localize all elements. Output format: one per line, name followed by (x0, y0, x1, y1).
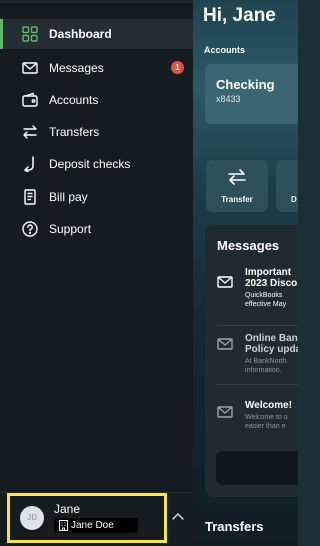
account-number: x8433 (216, 94, 241, 104)
deposit-action-label: D (291, 195, 297, 204)
message-preview: Welcome to o (245, 414, 288, 421)
chevron-up-icon[interactable] (172, 512, 184, 520)
transfer-arrows-icon (23, 125, 37, 139)
building-icon (59, 520, 68, 531)
account-name: Checking (216, 77, 275, 92)
envelope-icon (217, 406, 233, 418)
message-divider (217, 325, 298, 326)
navigation-drawer: Dashboard Messages 1 Accounts Transfers … (0, 0, 193, 546)
transfer-action-button[interactable]: Transfer (206, 160, 268, 212)
nav-label-dashboard: Dashboard (49, 27, 112, 41)
profile-first-name: Jane (54, 502, 81, 516)
messages-panel: Messages Important 2023 Disco QuickBooks… (205, 225, 298, 497)
profile-account-pill: Jane Doe (54, 518, 138, 533)
message-preview: QuickBooks (245, 292, 283, 299)
nav-item-support[interactable]: Support (0, 214, 193, 244)
receipt-icon (24, 189, 36, 205)
nav-item-messages[interactable]: Messages 1 (0, 53, 193, 83)
transfers-section-title: Transfers (205, 519, 264, 534)
nav-label-support: Support (49, 222, 92, 236)
deposit-arrow-icon (24, 156, 34, 172)
avatar: JD (20, 506, 44, 530)
message-title: Important (245, 267, 292, 278)
envelope-icon (22, 62, 38, 74)
envelope-icon (217, 338, 233, 350)
envelope-icon (217, 276, 233, 288)
help-circle-icon (22, 221, 38, 237)
profile-full-name: Jane Doe (71, 520, 114, 531)
nav-label-accounts: Accounts (49, 93, 99, 107)
greeting-title: Hi, Jane (203, 5, 276, 26)
drawer-top-border (0, 0, 193, 3)
unread-count-badge: 1 (171, 61, 184, 74)
message-title-line2: 2023 Disco (245, 278, 298, 289)
messages-panel-title: Messages (217, 238, 280, 253)
message-title: Online Bank (245, 333, 298, 344)
message-item[interactable]: Important 2023 Disco QuickBooks effectiv… (205, 267, 298, 327)
nav-label-bill-pay: Bill pay (49, 190, 88, 204)
nav-item-accounts[interactable]: Accounts (0, 85, 193, 115)
nav-label-transfers: Transfers (49, 125, 100, 139)
message-preview-line2: easier than e (245, 423, 286, 430)
message-preview-line2: effective May (245, 301, 287, 308)
message-preview-line2: information. (245, 367, 282, 374)
wallet-icon (22, 92, 38, 107)
message-preview: At BankNorth (245, 358, 287, 365)
dashboard-grid-icon (22, 26, 38, 42)
nav-label-deposit-checks: Deposit checks (49, 157, 131, 171)
nav-item-bill-pay[interactable]: Bill pay (0, 182, 193, 212)
deposit-action-button[interactable]: D (276, 160, 298, 212)
nav-item-deposit-checks[interactable]: Deposit checks (0, 149, 193, 179)
accounts-section-label: Accounts (204, 45, 246, 55)
view-all-messages-button[interactable] (216, 451, 298, 485)
nav-label-messages: Messages (49, 61, 104, 75)
message-title: Welcome! (245, 400, 293, 411)
transfer-action-label: Transfer (221, 195, 253, 204)
account-card-checking[interactable]: Checking x8433 (205, 64, 298, 124)
transfer-arrows-icon (228, 169, 246, 185)
nav-item-transfers[interactable]: Transfers (0, 117, 193, 147)
nav-item-dashboard[interactable]: Dashboard (0, 19, 193, 49)
message-title-line2: Policy upda (245, 344, 298, 355)
message-divider (217, 384, 298, 385)
message-item[interactable]: Welcome! Welcome to o easier than e (205, 400, 298, 440)
user-profile-switcher[interactable]: JD Jane Jane Doe (7, 493, 167, 543)
